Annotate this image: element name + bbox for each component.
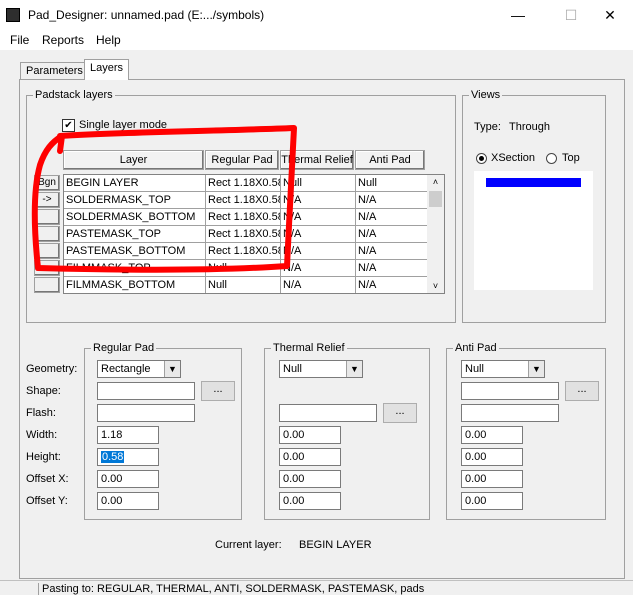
height-label: Height: [26,451,61,463]
thermal-geometry-value: Null [283,363,302,375]
anti-geometry-value: Null [465,363,484,375]
thermal-geometry-select[interactable]: Null ▼ [279,360,363,378]
top-radio[interactable] [546,153,557,164]
shape-label: Shape: [26,385,61,397]
regular-height-value: 0.58 [101,451,125,463]
thermal-width-field[interactable]: 0.00 [279,426,341,444]
chevron-down-icon[interactable]: ▼ [346,361,362,377]
offset-x-label: Offset X: [26,473,69,485]
status-text: Pasting to: REGULAR, THERMAL, ANTI, SOLD… [38,583,633,595]
anti-shape-field[interactable] [461,382,559,400]
regular-offset-y-field[interactable]: 0.00 [97,492,159,510]
regular-offset-x-field[interactable]: 0.00 [97,470,159,488]
current-layer-value: BEGIN LAYER [299,539,372,551]
thermal-flash-browse-button[interactable]: ... [383,403,417,423]
regular-geometry-select[interactable]: Rectangle ▼ [97,360,181,378]
anti-height-field[interactable]: 0.00 [461,448,523,466]
anti-offset-x-field[interactable]: 0.00 [461,470,523,488]
xsection-label: XSection [491,152,536,164]
top-label: Top [562,152,580,164]
current-layer-label: Current layer: [215,539,282,551]
geometry-label: Geometry: [26,363,78,375]
annotation-stroke [31,125,297,273]
anti-shape-browse-button[interactable]: ... [565,381,599,401]
flash-label: Flash: [26,407,56,419]
regular-shape-browse-button[interactable]: ... [201,381,235,401]
chevron-down-icon[interactable]: ▼ [528,361,544,377]
pad-cross-section [486,178,581,187]
status-bar: Pasting to: REGULAR, THERMAL, ANTI, SOLD… [0,580,633,595]
xsection-radio[interactable] [476,153,487,164]
thermal-relief-legend: Thermal Relief [273,342,345,354]
type-label: Type: [474,121,501,133]
thermal-offset-x-field[interactable]: 0.00 [279,470,341,488]
anti-width-field[interactable]: 0.00 [461,426,523,444]
regular-pad-legend: Regular Pad [93,342,155,354]
anti-geometry-select[interactable]: Null ▼ [461,360,545,378]
thermal-offset-y-field[interactable]: 0.00 [279,492,341,510]
view-preview [474,171,593,290]
thermal-flash-field[interactable] [279,404,377,422]
anti-offset-y-field[interactable]: 0.00 [461,492,523,510]
anti-pad-legend: Anti Pad [455,342,497,354]
thermal-height-field[interactable]: 0.00 [279,448,341,466]
width-label: Width: [26,429,58,441]
regular-height-field[interactable]: 0.58 [97,448,159,466]
regular-width-field[interactable]: 1.18 [97,426,159,444]
offset-y-label: Offset Y: [26,495,68,507]
regular-flash-field[interactable] [97,404,195,422]
chevron-down-icon[interactable]: ▼ [164,361,180,377]
regular-shape-field[interactable] [97,382,195,400]
regular-geometry-value: Rectangle [101,363,151,375]
anti-flash-field[interactable] [461,404,559,422]
views-legend: Views [471,89,501,101]
tab-layers[interactable]: Layers [84,59,130,80]
type-value: Through [509,121,550,133]
